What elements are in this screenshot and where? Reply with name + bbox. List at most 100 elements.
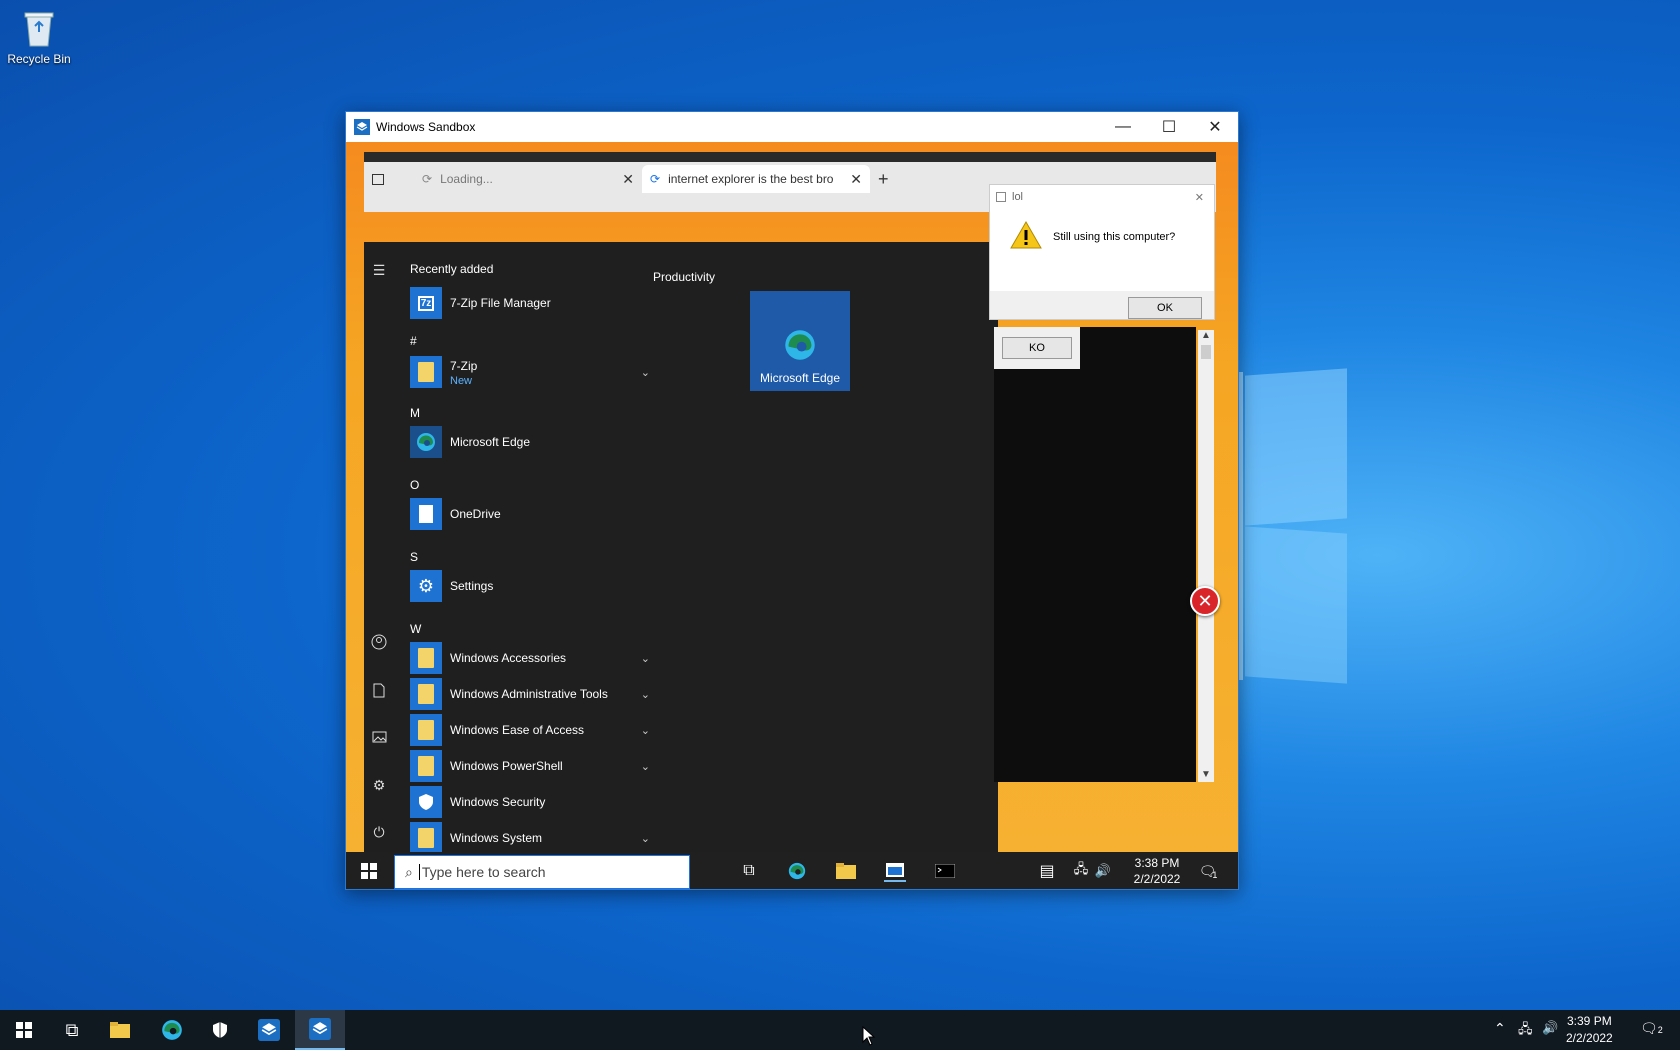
desktop: Recycle Bin Windows Sandbox — ☐ ✕ ⟳ Load… [0,0,1680,1010]
task-view-icon[interactable]: ⧉ [738,860,760,882]
browser-tab-active[interactable]: ⟳ internet explorer is the best bro ✕ [642,165,870,193]
productivity-group-title[interactable]: Productivity [653,270,715,284]
show-hidden-icons-icon[interactable]: ⌃ [1494,1020,1506,1037]
scroll-up-icon[interactable]: ▲ [1198,330,1214,341]
app-item-onedrive[interactable]: OneDrive [410,497,650,531]
scroll-down-icon[interactable]: ▼ [1198,769,1214,780]
dialog-titlebar[interactable]: lol ✕ [990,185,1214,209]
folder-icon [410,714,442,746]
sandbox-titlebar[interactable]: Windows Sandbox — ☐ ✕ [346,112,1238,142]
loading-spinner-icon: ⟳ [650,172,661,186]
app-item-windows-administrative-tools[interactable]: Windows Administrative Tools ⌄ [410,677,650,711]
sandbox-title: Windows Sandbox [376,120,476,134]
start-button[interactable] [0,1010,48,1050]
clock[interactable]: 3:39 PM 2/2/2022 [1566,1013,1613,1047]
task-view-button[interactable]: ⧉ [48,1010,96,1050]
message-dialog[interactable]: lol ✕ Still using this computer? OK [989,184,1215,320]
search-input[interactable]: ⌕ Type here to search [394,855,690,889]
hamburger-icon[interactable]: ☰ [371,262,387,278]
document-icon [410,498,442,530]
scrollbar[interactable]: ▲ ▼ [1198,330,1214,782]
close-button[interactable]: ✕ [1192,112,1238,142]
chevron-down-icon[interactable]: ⌄ [641,832,650,845]
sandbox-clock[interactable]: 3:38 PM 2/2/2022 [1122,855,1192,887]
start-button-icon[interactable] [358,860,380,882]
chevron-down-icon[interactable]: ⌄ [641,760,650,773]
settings-gear-icon[interactable]: ⚙ [371,777,387,793]
section-letter[interactable]: # [410,334,417,348]
ko-button[interactable]: KO [1002,337,1072,359]
scroll-thumb[interactable] [1201,345,1211,359]
notifications-icon[interactable]: 🗨2 [1640,1020,1663,1037]
folder-icon [410,822,442,854]
taskbar: ⧉ ⌃ 🖧 🔊 3:39 PM 2/2/2022 🗨2 [0,1010,1680,1050]
app-item-windows-security[interactable]: Windows Security [410,785,650,819]
file-explorer-icon[interactable] [835,860,857,882]
app-label: Windows PowerShell [450,759,563,773]
clock-date: 2/2/2022 [1133,872,1181,886]
edge-icon [410,426,442,458]
sandbox-taskbar-button[interactable] [245,1010,293,1050]
app-item-7zip[interactable]: 7-Zip New ⌄ [410,353,650,391]
tab-close-icon[interactable]: ✕ [622,171,634,188]
chevron-down-icon[interactable]: ⌄ [641,652,650,665]
minimize-button[interactable]: — [1100,112,1146,142]
app-item-microsoft-edge[interactable]: Microsoft Edge [410,425,650,459]
sandbox-taskbar-button-active[interactable] [295,1010,345,1050]
tile-microsoft-edge[interactable]: Microsoft Edge [750,291,850,391]
task-view-icon: ⧉ [65,1019,79,1040]
network-icon[interactable]: 🖧 [1070,860,1092,882]
app-item-7zip-file-manager[interactable]: 7z 7-Zip File Manager [410,286,650,320]
security-button[interactable] [196,1010,244,1050]
app-label: OneDrive [450,507,501,521]
warning-icon [1010,221,1042,249]
notifications-icon[interactable]: 🗨 1 [1197,860,1219,882]
app-label: Windows System [450,831,543,845]
app-label: 7-Zip [450,359,478,373]
sandbox-app-icon [309,1018,331,1040]
clock-date: 2/2/2022 [1566,1031,1613,1045]
new-tab-button[interactable]: + [870,165,910,193]
file-explorer-button[interactable] [96,1010,144,1050]
news-icon[interactable]: ▤ [1036,860,1058,882]
sandbox-window[interactable]: Windows Sandbox — ☐ ✕ ⟳ Loading... ✕ ⟳ i… [345,111,1239,890]
app-item-windows-accessories[interactable]: Windows Accessories ⌄ [410,641,650,675]
maximize-button[interactable]: ☐ [1146,112,1192,142]
chevron-down-icon[interactable]: ⌄ [641,724,650,737]
browser-tab-loading[interactable]: ⟳ Loading... ✕ [414,165,642,193]
ko-dialog[interactable]: KO [994,327,1080,369]
section-letter[interactable]: W [410,622,421,636]
volume-icon[interactable]: 🔊 [1092,860,1114,882]
clock-time: 3:38 PM [1134,856,1180,870]
app-window-icon[interactable] [884,860,906,882]
error-icon[interactable]: ✕ [1190,586,1220,616]
volume-icon[interactable]: 🔊 [1542,1020,1558,1036]
chevron-down-icon[interactable]: ⌄ [641,688,650,701]
edge-icon[interactable] [786,860,808,882]
chevron-down-icon[interactable]: ⌄ [641,366,650,379]
ok-button[interactable]: OK [1128,297,1202,319]
app-item-windows-system[interactable]: Windows System ⌄ [410,821,650,855]
sandbox-taskbar: ⌕ Type here to search ⧉ ▤ 🖧 🔊 3:38 PM 2/… [346,852,1238,889]
start-menu: ☰ ⚙ ⏻ Recently added 7z 7-Zip File Manag… [364,242,998,882]
edge-button[interactable] [148,1010,196,1050]
section-letter[interactable]: M [410,406,420,420]
section-letter[interactable]: S [410,550,418,564]
section-letter[interactable]: O [410,478,419,492]
desktop-icon-recycle-bin[interactable]: Recycle Bin [4,8,74,66]
app-item-settings[interactable]: ⚙ Settings [410,569,650,603]
user-icon[interactable] [371,634,387,650]
tab-close-icon[interactable]: ✕ [850,171,862,188]
app-item-windows-ease-of-access[interactable]: Windows Ease of Access ⌄ [410,713,650,747]
power-icon[interactable]: ⏻ [371,824,387,840]
pictures-icon[interactable] [371,729,387,745]
dialog-close-icon[interactable]: ✕ [1195,191,1204,204]
app-label: 7-Zip File Manager [450,296,551,310]
tab-actions-button[interactable] [364,165,414,193]
app-item-windows-powershell[interactable]: Windows PowerShell ⌄ [410,749,650,783]
documents-icon[interactable] [371,682,387,698]
terminal-icon[interactable] [934,860,956,882]
file-explorer-icon [110,1022,130,1038]
search-icon: ⌕ [405,863,413,880]
network-icon[interactable]: 🖧 [1518,1020,1533,1042]
